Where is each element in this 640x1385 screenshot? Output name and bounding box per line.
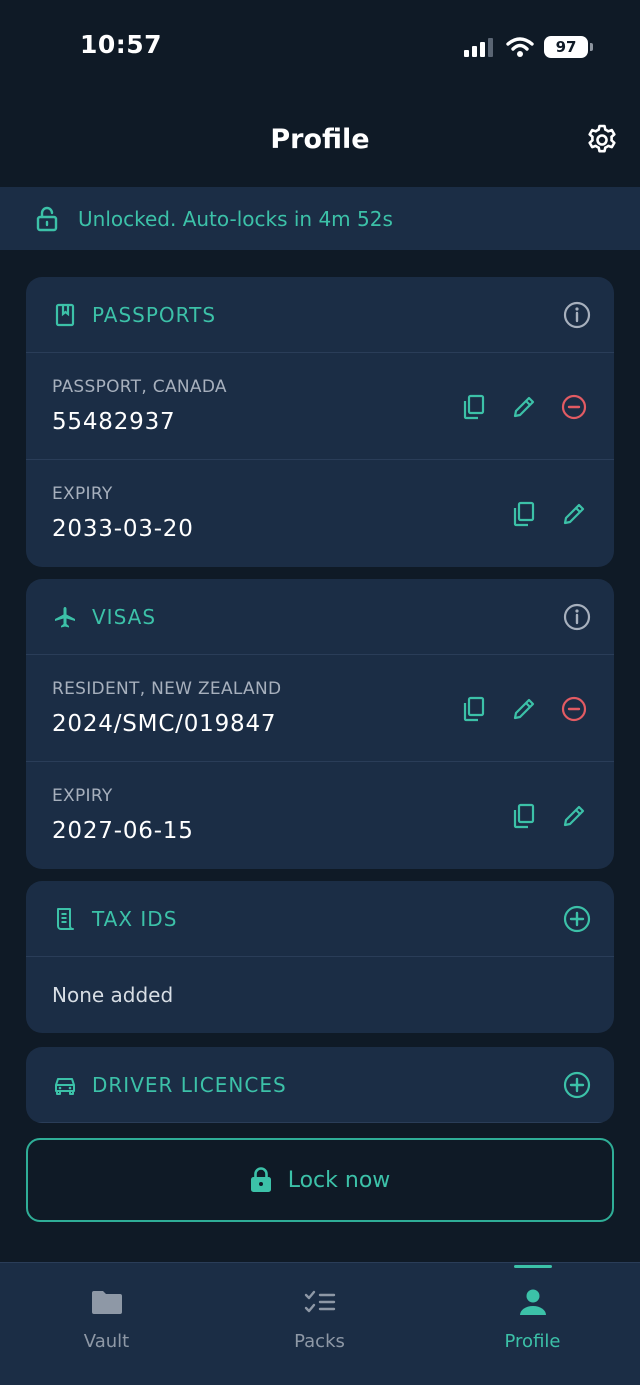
nav-header: Profile xyxy=(0,96,640,186)
visas-header: VISAS xyxy=(26,579,614,655)
tab-vault[interactable]: Vault xyxy=(0,1263,213,1385)
row-label: EXPIRY xyxy=(52,484,113,504)
unlocked-icon xyxy=(36,206,58,231)
add-icon[interactable] xyxy=(562,1070,592,1100)
copy-icon[interactable] xyxy=(510,802,538,830)
driver-licences-header: DRIVER LICENCES xyxy=(26,1047,614,1123)
auto-lock-banner: Unlocked. Auto-locks in 4m 52s xyxy=(0,187,640,250)
tab-label: Packs xyxy=(294,1331,345,1352)
edit-icon[interactable] xyxy=(560,802,588,830)
tax-ids-header: TAX IDS xyxy=(26,881,614,957)
row-value: 2033-03-20 xyxy=(52,516,194,542)
passport-expiry-row: EXPIRY 2033-03-20 xyxy=(26,460,614,567)
lock-now-label: Lock now xyxy=(287,1167,391,1193)
car-icon xyxy=(55,1077,75,1095)
copy-icon[interactable] xyxy=(460,695,488,723)
driver-licences-title: DRIVER LICENCES xyxy=(92,1072,287,1097)
tab-bar: Vault Packs Profile xyxy=(0,1262,640,1385)
lock-icon xyxy=(250,1167,271,1192)
person-icon xyxy=(519,1289,546,1315)
folder-icon xyxy=(91,1291,122,1314)
row-value: 2024/SMC/019847 xyxy=(52,711,277,737)
visas-title: VISAS xyxy=(92,604,157,629)
visa-number-row: RESIDENT, NEW ZEALAND 2024/SMC/019847 xyxy=(26,655,614,762)
driver-licences-card: DRIVER LICENCES xyxy=(26,1047,614,1123)
battery-level: 97 xyxy=(555,38,577,56)
airplane-icon xyxy=(55,606,75,627)
info-icon[interactable] xyxy=(562,300,592,330)
passports-title: PASSPORTS xyxy=(92,302,217,327)
passport-icon xyxy=(55,303,75,326)
wifi-icon xyxy=(506,37,534,57)
add-icon[interactable] xyxy=(562,904,592,934)
row-value: 2027-06-15 xyxy=(52,818,194,844)
tab-label: Profile xyxy=(504,1331,561,1352)
edit-icon[interactable] xyxy=(560,500,588,528)
tax-ids-title: TAX IDS xyxy=(92,906,178,931)
copy-icon[interactable] xyxy=(460,393,488,421)
remove-icon[interactable] xyxy=(560,393,588,421)
tax-ids-empty: None added xyxy=(26,957,614,1033)
edit-icon[interactable] xyxy=(510,393,538,421)
battery-indicator: 97 xyxy=(544,36,593,58)
tab-packs[interactable]: Packs xyxy=(213,1263,426,1385)
tab-label: Vault xyxy=(83,1331,130,1352)
row-value: 55482937 xyxy=(52,409,176,435)
visas-card: VISAS RESIDENT, NEW ZEALAND 2024/SMC/019… xyxy=(26,579,614,869)
signal-icon xyxy=(464,38,493,57)
status-time: 10:57 xyxy=(80,30,163,59)
remove-icon[interactable] xyxy=(560,695,588,723)
tax-ids-card: TAX IDS None added xyxy=(26,881,614,1033)
empty-text: None added xyxy=(52,983,174,1007)
lock-now-button[interactable]: Lock now xyxy=(26,1138,614,1222)
row-label: RESIDENT, NEW ZEALAND xyxy=(52,679,282,699)
status-bar: 10:57 97 xyxy=(0,0,640,96)
auto-lock-text: Unlocked. Auto-locks in 4m 52s xyxy=(78,206,393,231)
row-label: PASSPORT, CANADA xyxy=(52,377,227,397)
info-icon[interactable] xyxy=(562,602,592,632)
row-label: EXPIRY xyxy=(52,786,113,806)
tab-profile[interactable]: Profile xyxy=(426,1263,639,1385)
passport-number-row: PASSPORT, CANADA 55482937 xyxy=(26,353,614,460)
visa-expiry-row: EXPIRY 2027-06-15 xyxy=(26,762,614,869)
settings-button[interactable] xyxy=(584,122,620,158)
passports-card: PASSPORTS PASSPORT, CANADA 55482937 EXPI… xyxy=(26,277,614,567)
gear-icon xyxy=(588,124,616,153)
checklist-icon xyxy=(304,1290,335,1313)
profile-content[interactable]: PASSPORTS PASSPORT, CANADA 55482937 EXPI… xyxy=(0,250,640,1124)
passports-header: PASSPORTS xyxy=(26,277,614,353)
edit-icon[interactable] xyxy=(510,695,538,723)
copy-icon[interactable] xyxy=(510,500,538,528)
receipt-icon xyxy=(57,907,74,930)
page-title: Profile xyxy=(270,124,370,155)
status-icons: 97 xyxy=(464,36,593,58)
